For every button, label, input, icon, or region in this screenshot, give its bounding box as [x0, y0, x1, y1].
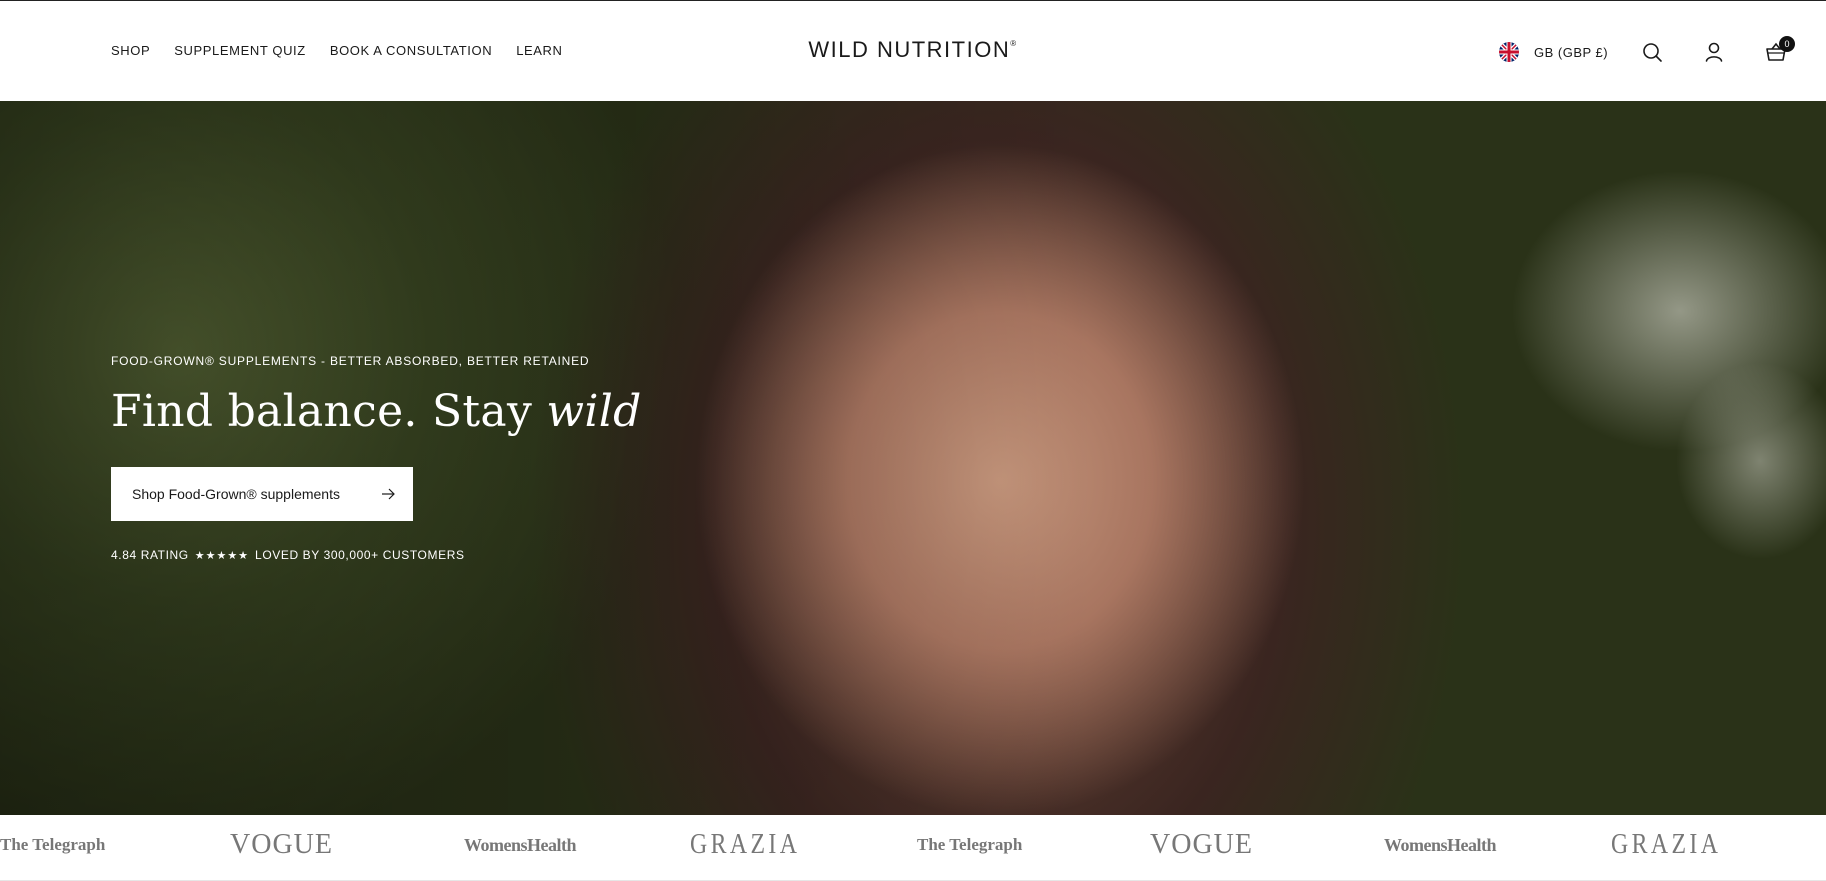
rating-stars-icon: ★★★★★ — [194, 549, 250, 562]
hero-headline: Find balance. Stay wild — [111, 386, 642, 437]
press-logo-grazia: GRAZIA — [690, 829, 801, 860]
nav-item-supplement-quiz[interactable]: SUPPLEMENT QUIZ — [174, 43, 306, 58]
arrow-right-icon — [382, 488, 395, 500]
hero-image-overlay — [0, 101, 1826, 815]
cart-count-badge: 0 — [1779, 36, 1795, 52]
nav-item-learn[interactable]: LEARN — [516, 43, 562, 58]
logo-registered-mark: ® — [1010, 39, 1018, 48]
user-icon[interactable] — [1703, 41, 1725, 63]
nav-item-book-consultation[interactable]: BOOK A CONSULTATION — [330, 43, 492, 58]
logo-text: WILD NUTRITION — [808, 37, 1011, 62]
uk-flag-icon — [1499, 42, 1519, 62]
rating-social-proof: LOVED BY 300,000+ CUSTOMERS — [255, 548, 465, 562]
press-logo-vogue: VOGUE — [230, 829, 333, 860]
rating-summary: 4.84 RATING ★★★★★ LOVED BY 300,000+ CUST… — [111, 548, 465, 562]
main-nav: SHOP SUPPLEMENT QUIZ BOOK A CONSULTATION… — [111, 43, 563, 58]
press-logo-strip: The Telegraph VOGUE WomensHealth GRAZIA … — [0, 815, 1826, 881]
hero-eyebrow: FOOD-GROWN® SUPPLEMENTS - BETTER ABSORBE… — [111, 354, 590, 368]
nav-item-shop[interactable]: SHOP — [111, 43, 150, 58]
site-header: SHOP SUPPLEMENT QUIZ BOOK A CONSULTATION… — [0, 0, 1826, 101]
site-logo[interactable]: WILD NUTRITION® — [808, 37, 1017, 62]
country-selector[interactable]: GB (GBP £) — [1499, 42, 1608, 62]
country-label: GB (GBP £) — [1534, 44, 1609, 60]
press-logo-vogue: VOGUE — [1150, 829, 1253, 860]
press-logo-grazia: GRAZIA — [1611, 829, 1722, 860]
cta-label: Shop Food-Grown® supplements — [132, 486, 340, 502]
search-icon[interactable] — [1641, 41, 1663, 63]
rating-value: 4.84 RATING — [111, 548, 189, 562]
hero-headline-text: Find balance. Stay — [111, 386, 547, 437]
hero-banner: FOOD-GROWN® SUPPLEMENTS - BETTER ABSORBE… — [0, 101, 1826, 815]
press-logo-telegraph: The Telegraph — [917, 835, 1023, 854]
press-logo-womens-health: WomensHealth — [1384, 835, 1497, 855]
press-logo-telegraph: The Telegraph — [0, 835, 106, 854]
hero-headline-emphasis: wild — [546, 386, 642, 437]
shop-supplements-button[interactable]: Shop Food-Grown® supplements — [111, 467, 413, 521]
press-logo-womens-health: WomensHealth — [464, 835, 577, 855]
